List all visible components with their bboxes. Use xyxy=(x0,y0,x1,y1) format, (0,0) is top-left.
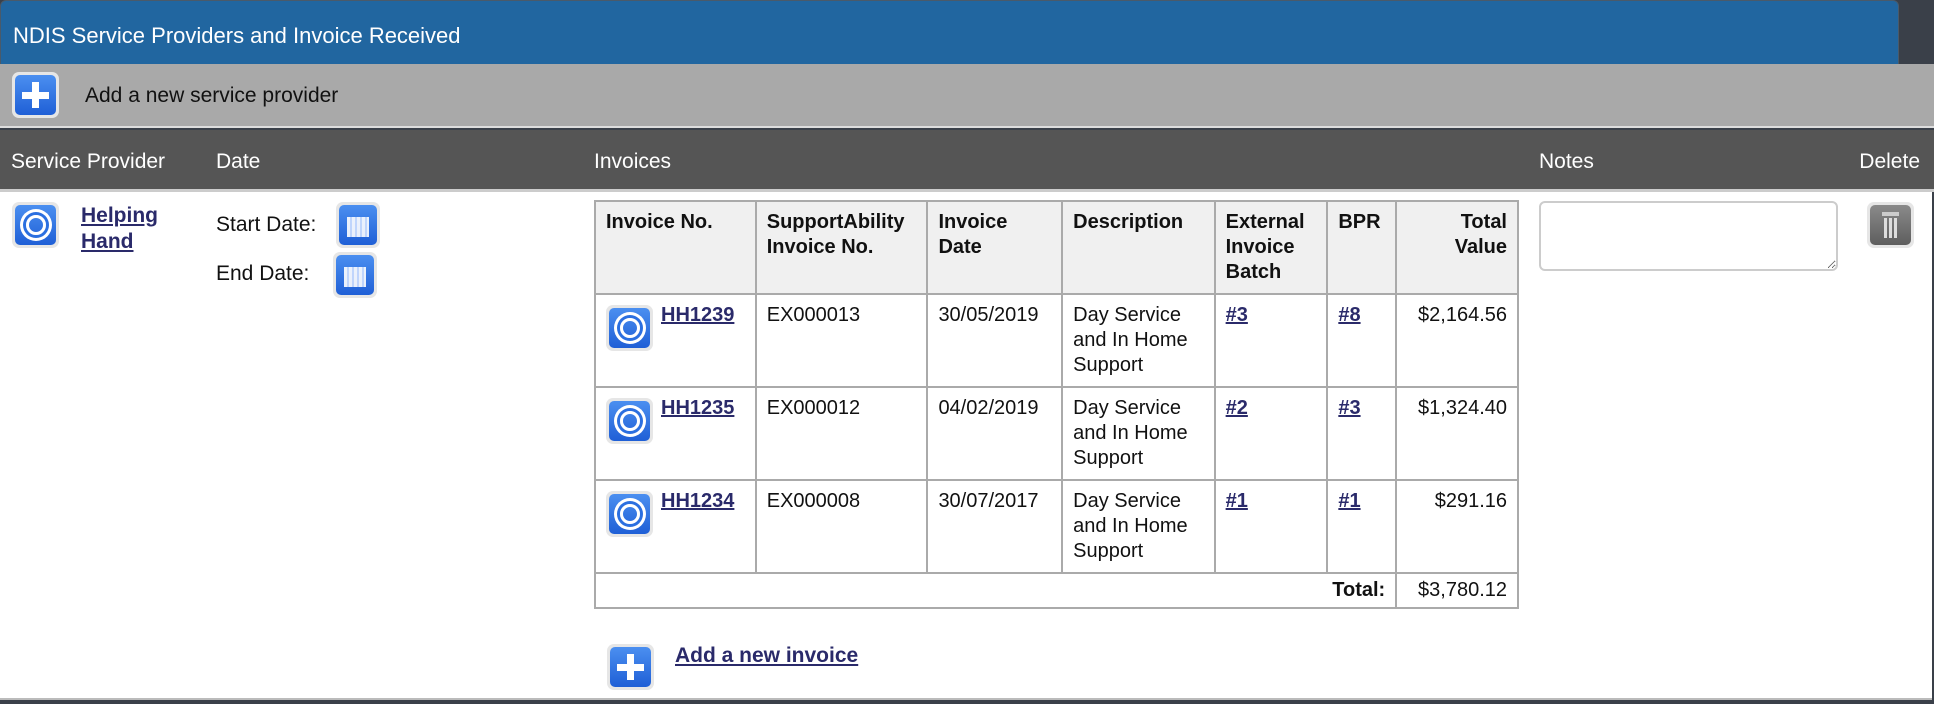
grand-total: $3,780.12 xyxy=(1395,572,1519,609)
invoice-date: 30/07/2017 xyxy=(926,479,1064,574)
description: Day Service and In Home Support xyxy=(1061,293,1216,388)
start-date-label: Start Date: xyxy=(216,213,317,236)
invoice-link[interactable]: HH1235 xyxy=(661,396,734,444)
notes-input[interactable] xyxy=(1539,201,1838,271)
total-value: $1,324.40 xyxy=(1395,386,1519,481)
page-title: NDIS Service Providers and Invoice Recei… xyxy=(0,0,1899,65)
col-date: Date xyxy=(216,150,261,173)
batch-link[interactable]: #2 xyxy=(1226,397,1248,419)
start-date-picker[interactable] xyxy=(336,202,380,248)
th-invoice-no: Invoice No. xyxy=(594,200,757,295)
provider-link[interactable]: Helping Hand xyxy=(81,203,158,255)
column-headers: Service Provider Date Invoices Notes Del… xyxy=(0,130,1934,192)
end-date-picker[interactable] xyxy=(333,252,377,298)
table-row: HH1235 EX000012 04/02/2019 Day Service a… xyxy=(594,386,1519,481)
invoice-table: Invoice No. SupportAbility Invoice No. I… xyxy=(593,200,1519,609)
th-batch: External Invoice Batch xyxy=(1213,200,1329,295)
bpr-link[interactable]: #3 xyxy=(1338,397,1360,419)
th-description: Description xyxy=(1061,200,1216,295)
view-provider-button[interactable] xyxy=(12,202,59,248)
target-icon xyxy=(609,494,650,534)
total-value: $291.16 xyxy=(1395,479,1519,574)
table-row: HH1239 EX000013 30/05/2019 Day Service a… xyxy=(594,293,1519,388)
end-date-label: End Date: xyxy=(216,262,310,285)
invoice-link[interactable]: HH1234 xyxy=(661,489,734,537)
total-value: $2,164.56 xyxy=(1395,293,1519,388)
invoice-date: 04/02/2019 xyxy=(926,386,1064,481)
target-icon xyxy=(15,205,56,245)
calendar-icon xyxy=(339,205,377,245)
batch-link[interactable]: #1 xyxy=(1226,490,1248,512)
view-invoice-button[interactable] xyxy=(606,305,653,351)
col-invoices: Invoices xyxy=(594,150,672,173)
add-provider-bar: Add a new service provider xyxy=(0,64,1934,128)
sa-invoice-no: EX000012 xyxy=(754,386,929,481)
col-service-provider: Service Provider xyxy=(11,150,166,173)
table-row: HH1234 EX000008 30/07/2017 Day Service a… xyxy=(594,479,1519,574)
target-icon xyxy=(609,308,650,348)
delete-provider-button[interactable] xyxy=(1867,202,1914,248)
trash-icon xyxy=(1870,205,1911,245)
batch-link[interactable]: #3 xyxy=(1226,304,1248,326)
th-total: Total Value xyxy=(1395,200,1519,295)
target-icon xyxy=(609,401,650,441)
description: Day Service and In Home Support xyxy=(1061,479,1216,574)
total-row: Total: $3,780.12 xyxy=(593,572,1519,609)
total-label: Total: xyxy=(593,572,1398,609)
add-provider-button[interactable] xyxy=(12,72,59,118)
th-bpr: BPR xyxy=(1326,200,1398,295)
add-invoice-link[interactable]: Add a new invoice xyxy=(675,644,858,668)
sa-invoice-no: EX000008 xyxy=(754,479,929,574)
calendar-icon xyxy=(336,255,374,295)
bpr-link[interactable]: #8 xyxy=(1338,304,1360,326)
th-sa-invoice-no: SupportAbility Invoice No. xyxy=(754,200,929,295)
col-delete: Delete xyxy=(1859,150,1920,173)
view-invoice-button[interactable] xyxy=(606,398,653,444)
invoice-date: 30/05/2019 xyxy=(926,293,1064,388)
sa-invoice-no: EX000013 xyxy=(754,293,929,388)
plus-icon xyxy=(15,75,56,115)
view-invoice-button[interactable] xyxy=(606,491,653,537)
plus-icon xyxy=(610,647,651,687)
col-notes: Notes xyxy=(1539,150,1594,173)
th-invoice-date: Invoice Date xyxy=(926,200,1064,295)
invoice-link[interactable]: HH1239 xyxy=(661,303,734,351)
description: Day Service and In Home Support xyxy=(1061,386,1216,481)
add-provider-label[interactable]: Add a new service provider xyxy=(85,84,338,108)
bpr-link[interactable]: #1 xyxy=(1338,490,1360,512)
add-invoice-button[interactable] xyxy=(607,644,654,690)
